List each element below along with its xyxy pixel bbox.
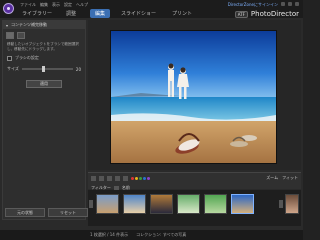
thumbnail[interactable] xyxy=(204,194,227,214)
filmstrip-prev-icon[interactable] xyxy=(89,200,93,208)
eraser-tool-icon[interactable] xyxy=(17,32,25,39)
size-label: サイズ xyxy=(7,66,19,71)
flag-icon[interactable] xyxy=(123,175,128,181)
photo-canvas[interactable] xyxy=(110,30,277,164)
left-panel: ▾ コンテンツ補完移動 移動したいオブジェクトをブラシで範囲選択し、移動先にドラ… xyxy=(2,20,88,220)
fit-label[interactable]: フィット xyxy=(282,175,298,181)
tab-edit[interactable]: 編集 xyxy=(90,9,111,18)
brand-name: PhotoDirector xyxy=(250,10,299,18)
menu-file[interactable]: ファイル xyxy=(20,2,36,8)
module-library[interactable]: ライブラリー xyxy=(20,9,54,18)
module-tabs: ライブラリー 調整 xyxy=(20,9,78,18)
viewer-toolbar: ズーム フィット フィルター 名前 xyxy=(88,172,301,191)
tool-row xyxy=(3,29,85,42)
reset-button[interactable]: リセット xyxy=(48,208,88,217)
rotate-icon[interactable] xyxy=(115,175,120,181)
brush-tool-icon[interactable] xyxy=(6,32,14,39)
brush-settings-row: ブラシの設定 xyxy=(3,52,85,64)
module-adjust[interactable]: 調整 xyxy=(64,9,78,18)
filmstrip xyxy=(88,190,301,226)
collapse-arrow-icon[interactable]: ▾ xyxy=(6,23,8,28)
title-bar: ファイル 編集 表示 設定 ヘルプ ライブラリー 調整 編集 スライドショー プ… xyxy=(0,0,303,18)
brush-settings-checkbox[interactable] xyxy=(7,55,12,61)
first-icon[interactable] xyxy=(91,175,96,181)
thumbnail[interactable] xyxy=(123,194,146,214)
menu-view[interactable]: 表示 xyxy=(52,2,60,8)
prev-icon[interactable] xyxy=(99,175,104,181)
instruction-text: 移動したいオブジェクトをブラシで範囲選択し、移動先にドラッグします。 xyxy=(7,42,79,51)
thumbnail[interactable] xyxy=(150,194,173,214)
menu-edit[interactable]: 編集 xyxy=(40,2,48,8)
brush-settings-label: ブラシの設定 xyxy=(15,55,39,60)
thumbnail-selected[interactable] xyxy=(231,194,254,214)
photo-viewer xyxy=(88,20,301,170)
beach-photo xyxy=(111,31,276,163)
thumbnail[interactable] xyxy=(285,194,299,214)
menu-help[interactable]: ヘルプ xyxy=(76,2,88,8)
thumbnails xyxy=(96,194,254,214)
size-slider[interactable] xyxy=(21,66,73,72)
signin-link[interactable]: DirectorZoneにサインイン xyxy=(228,2,278,8)
tab-print[interactable]: プリント xyxy=(167,9,197,18)
photodirector-window: ファイル 編集 表示 設定 ヘルプ ライブラリー 調整 編集 スライドショー プ… xyxy=(0,0,303,240)
app-logo-icon xyxy=(3,3,14,14)
panel-title: コンテンツ補完移動 xyxy=(11,22,48,27)
minimize-icon[interactable] xyxy=(281,2,285,6)
tab-slideshow[interactable]: スライドショー xyxy=(116,9,161,18)
original-button[interactable]: 元の状態 xyxy=(5,208,45,217)
status-bar: 1 枚選択 / 14 件表示 コレクション: すべての写真 xyxy=(0,230,303,240)
menu-bar: ファイル 編集 表示 設定 ヘルプ xyxy=(20,2,88,8)
next-icon[interactable] xyxy=(107,175,112,181)
status-collection: コレクション: すべての写真 xyxy=(136,232,187,237)
thumbnail[interactable] xyxy=(96,194,119,214)
maximize-icon[interactable] xyxy=(288,2,292,6)
mode-tabs: 編集 スライドショー プリント xyxy=(90,9,197,18)
color-label-icons[interactable] xyxy=(131,176,151,181)
filmstrip-next-icon[interactable] xyxy=(279,200,283,208)
thumbnail[interactable] xyxy=(177,194,200,214)
brand: ATF PhotoDirector xyxy=(234,10,299,18)
size-value[interactable]: 20 xyxy=(76,67,81,72)
toolbar-row-1: ズーム フィット xyxy=(88,173,301,183)
close-icon[interactable] xyxy=(295,2,299,6)
panel-header[interactable]: ▾ コンテンツ補完移動 xyxy=(3,21,85,29)
zoom-controls: ズーム フィット xyxy=(266,175,298,181)
zoom-label[interactable]: ズーム xyxy=(266,175,278,181)
status-selection: 1 枚選択 / 14 件表示 xyxy=(90,232,129,237)
apply-button[interactable]: 適用 xyxy=(26,80,62,88)
size-slider-row: サイズ 20 xyxy=(3,64,85,74)
left-footer: 元の状態 リセット xyxy=(5,208,88,217)
menu-settings[interactable]: 設定 xyxy=(64,2,72,8)
top-right-controls: DirectorZoneにサインイン xyxy=(228,2,299,8)
edition-badge: ATF xyxy=(234,10,248,18)
